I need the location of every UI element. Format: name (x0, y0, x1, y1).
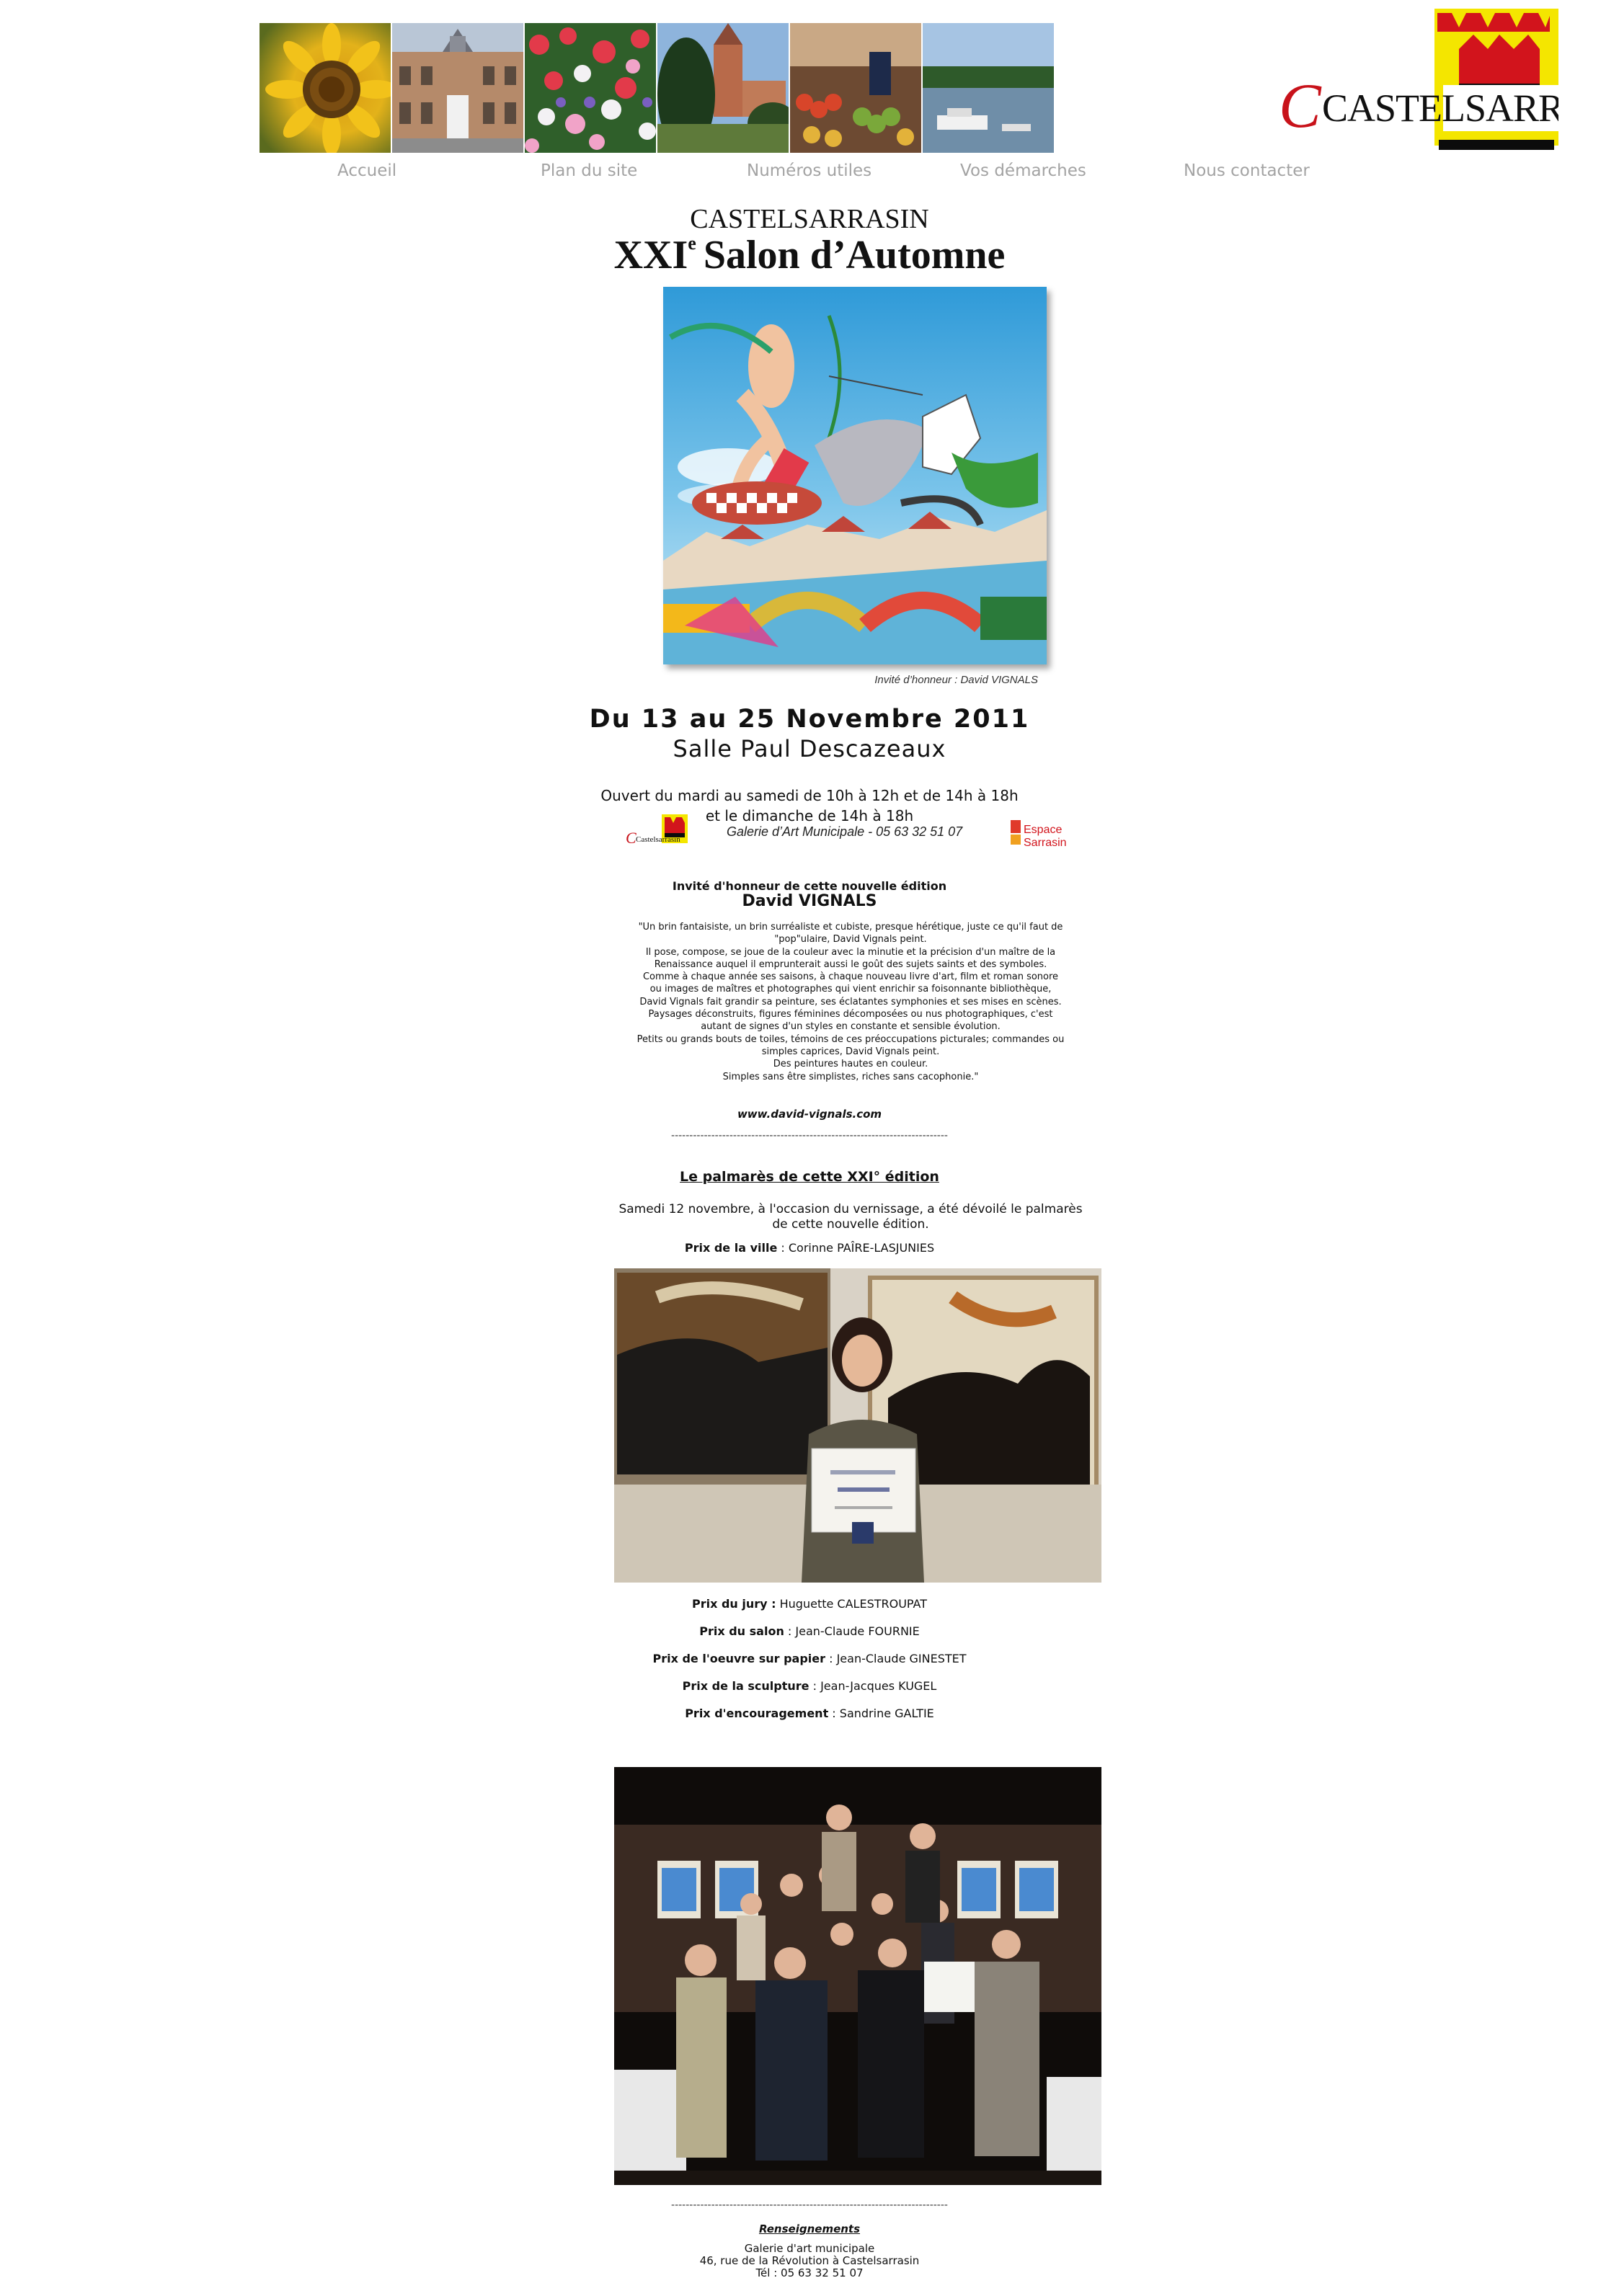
prize-winner: : Corinne PAÎRE-LASJUNIES (777, 1241, 935, 1255)
nav-numeros-utiles[interactable]: Numéros utiles (747, 161, 871, 180)
town-hall-photo (392, 23, 523, 153)
header-banner: C CASTELSARRASIN (260, 9, 1619, 154)
main-nav: Accueil Plan du site Numéros utiles Vos … (260, 161, 1310, 183)
guest-artwork (663, 287, 1047, 664)
gallery-row: C Castelsarrasin Galerie d’Art Municipal… (626, 813, 1087, 853)
flowers-photo (525, 23, 656, 153)
prize-label: Prix du jury : (691, 1597, 776, 1611)
svg-text:C: C (626, 829, 636, 847)
market-photo (790, 23, 921, 153)
bio-line: simples caprices, David Vignals peint. (761, 1046, 940, 1057)
bio-line: "Un brin fantaisiste, un brin surréalist… (638, 922, 1063, 933)
salon-numeral: XXI (613, 233, 688, 277)
guest-heading: Invité d'honneur de cette nouvelle éditi… (672, 879, 947, 893)
nav-nous-contacter[interactable]: Nous contacter (1184, 161, 1310, 180)
bio-line: autant de signes d'un styles en constant… (701, 1021, 1001, 1033)
guest-name: David VIGNALS (742, 892, 877, 910)
bio-line: David Vignals fait grandir sa peinture, … (639, 996, 1062, 1007)
info-heading: Renseignements (758, 2222, 861, 2235)
prize-label: Prix du salon (699, 1624, 784, 1638)
guest-bio: "Un brin fantaisiste, un brin surréalist… (598, 921, 1103, 1083)
artist-website-link[interactable]: www.david-vignals.com (0, 1108, 1619, 1121)
palmares-intro: Samedi 12 novembre, à l'occasion du vern… (618, 1202, 1083, 1232)
bio-line: Petits ou grands bouts de toiles, témoin… (636, 1033, 1065, 1045)
bio-line: Renaissance auquel il emprunterait aussi… (654, 958, 1047, 970)
salon-suffix: e (688, 233, 696, 254)
prize-winner: : Sandrine GALTIE (828, 1707, 934, 1720)
nav-vos-demarches[interactable]: Vos démarches (960, 161, 1086, 180)
bio-line: Des peintures hautes en couleur. (773, 1059, 928, 1070)
sunflower-photo (260, 23, 391, 153)
espace-sarrasin-logo: Espace Sarrasin (1011, 820, 1067, 849)
bio-line: Comme à chaque année ses saisons, à chaq… (642, 971, 1059, 983)
info-line-phone: Tél : 05 63 32 51 07 (755, 2266, 864, 2279)
svg-text:C: C (1279, 71, 1322, 141)
info-block: Galerie d'art municipale 46, rue de la R… (0, 2243, 1619, 2279)
separator: ----------------------------------------… (671, 1130, 948, 1142)
prize-ville: Prix de la ville : Corinne PAÎRE-LASJUNI… (0, 1241, 1619, 1255)
nav-accueil[interactable]: Accueil (337, 161, 396, 180)
svg-text:Sarrasin: Sarrasin (1024, 837, 1067, 849)
poster-caption: Invité d’honneur : David VIGNALS (874, 674, 1038, 686)
svg-text:CASTELSARRASIN: CASTELSARRASIN (1322, 86, 1558, 130)
prize-label: Prix de la sculpture (682, 1679, 810, 1693)
info-line-address: 46, rue de la Révolution à Castelsarrasi… (699, 2254, 920, 2267)
castelsarrasin-logo: C CASTELSARRASIN (1270, 6, 1619, 172)
salon-title: XXIe Salon d’Automne (0, 232, 1619, 278)
prize-label: Prix de l'oeuvre sur papier (652, 1652, 826, 1665)
winner-photo (614, 1268, 1101, 1583)
prize-salon: Prix du salon : Jean-Claude FOURNIE (0, 1624, 1619, 1638)
prize-jury: Prix du jury : Huguette CALESTROUPAT (0, 1597, 1619, 1611)
prize-winner: : Jean-Claude FOURNIE (784, 1624, 920, 1638)
prize-sculpture: Prix de la sculpture : Jean-Jacques KUGE… (0, 1679, 1619, 1693)
bio-line: ou images de maîtres et photographes qui… (649, 984, 1052, 995)
info-line-gallery: Galerie d'art municipale (744, 2242, 875, 2255)
prize-winner: : Jean-Claude GINESTET (825, 1652, 967, 1665)
event-dates: Du 13 au 25 Novembre 2011 (589, 705, 1030, 734)
prize-label: Prix de la ville (684, 1241, 778, 1255)
castelsarrasin-small-logo: C Castelsarrasin (626, 814, 688, 847)
group-photo (614, 1767, 1101, 2185)
svg-text:Espace: Espace (1024, 824, 1062, 836)
city-title: CASTELSARRASIN (690, 204, 929, 234)
gallery-contact: Galerie d’Art Municipale - 05 63 32 51 0… (727, 824, 963, 839)
bio-line: Simples sans être simplistes, riches san… (722, 1071, 979, 1082)
nav-plan-du-site[interactable]: Plan du site (541, 161, 637, 180)
prize-papier: Prix de l'oeuvre sur papier : Jean-Claud… (0, 1652, 1619, 1665)
svg-text:Castelsarrasin: Castelsarrasin (636, 835, 680, 844)
bio-line: Il pose, compose, se joue de la couleur … (645, 946, 1056, 958)
salon-name: Salon d’Automne (703, 233, 1006, 277)
bio-line: Paysages déconstruits, figures féminines… (648, 1009, 1053, 1020)
river-photo (923, 23, 1054, 153)
prize-winner: Huguette CALESTROUPAT (776, 1597, 928, 1611)
opening-hours-weekdays: Ouvert du mardi au samedi de 10h à 12h e… (600, 787, 1019, 804)
prize-encouragement: Prix d'encouragement : Sandrine GALTIE (0, 1707, 1619, 1720)
separator: ----------------------------------------… (671, 2199, 948, 2211)
church-photo (657, 23, 789, 153)
prize-label: Prix d'encouragement (685, 1707, 829, 1720)
event-hall: Salle Paul Descazeaux (673, 735, 946, 762)
bio-line: "pop"ulaire, David Vignals peint. (774, 934, 927, 945)
palmares-heading: Le palmarès de cette XXI° édition (680, 1169, 939, 1185)
prize-winner: : Jean-Jacques KUGEL (809, 1679, 937, 1693)
